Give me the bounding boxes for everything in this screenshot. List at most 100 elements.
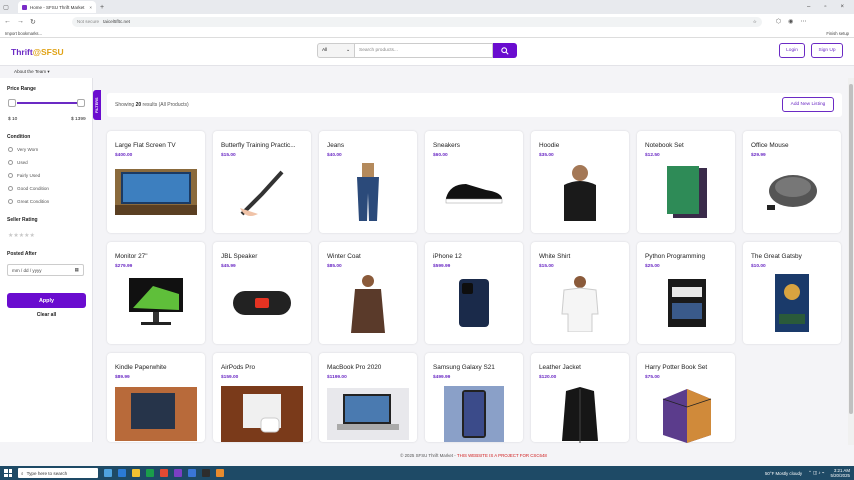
product-image[interactable]: [327, 163, 409, 221]
star-icon[interactable]: ☆: [753, 19, 757, 25]
vs-icon[interactable]: [174, 469, 182, 477]
tray-icons[interactable]: ⌃ ◫ ♪ ⌁: [808, 470, 824, 476]
extensions-icon[interactable]: ⬡: [776, 18, 781, 25]
product-image[interactable]: [433, 386, 515, 442]
product-image[interactable]: [751, 274, 833, 332]
product-title[interactable]: Leather Jacket: [539, 364, 623, 371]
taskbar-search[interactable]: ⌕ Type here to search: [18, 468, 98, 478]
close-tab-icon[interactable]: ×: [89, 5, 92, 10]
task-view-icon[interactable]: [104, 469, 112, 477]
product-card[interactable]: Python Programming $25.00: [637, 242, 735, 344]
product-card[interactable]: Monitor 27" $279.99: [107, 242, 205, 344]
condition-used[interactable]: Used: [8, 160, 28, 165]
product-card[interactable]: Large Flat Screen TV $400.00: [107, 131, 205, 233]
login-button[interactable]: Login: [779, 43, 805, 58]
product-card[interactable]: Harry Potter Book Set $75.00: [637, 353, 735, 443]
product-card[interactable]: AirPods Pro $159.00: [213, 353, 311, 442]
condition-fairly-used[interactable]: Fairly Used: [8, 173, 40, 178]
product-title[interactable]: Winter Coat: [327, 253, 411, 260]
product-image[interactable]: [751, 164, 833, 220]
product-card[interactable]: Winter Coat $85.00: [319, 242, 417, 344]
import-bookmarks[interactable]: Import bookmarks...: [5, 31, 42, 36]
product-title[interactable]: Hoodie: [539, 142, 623, 149]
product-card[interactable]: Kindle Paperwhite $89.99: [107, 353, 205, 442]
product-image[interactable]: [433, 164, 515, 220]
product-title[interactable]: Harry Potter Book Set: [645, 364, 729, 371]
product-card[interactable]: Sneakers $60.00: [425, 131, 523, 233]
condition-good[interactable]: Good Condition: [8, 186, 49, 191]
url-field[interactable]: Not secure taicel5fltc.net ☆: [71, 16, 762, 27]
rating-stars[interactable]: ★★★★★: [8, 232, 35, 239]
edge-icon[interactable]: [118, 469, 126, 477]
product-title[interactable]: AirPods Pro: [221, 364, 305, 371]
product-title[interactable]: White Shirt: [539, 253, 623, 260]
product-card[interactable]: Office Mouse $29.99: [743, 131, 841, 233]
minimize-icon[interactable]: –: [807, 4, 810, 10]
product-card[interactable]: iPhone 12 $599.99: [425, 242, 523, 344]
product-card[interactable]: Hoodie $35.00: [531, 131, 629, 233]
product-title[interactable]: Python Programming: [645, 253, 729, 260]
product-title[interactable]: Monitor 27": [115, 253, 199, 260]
product-card[interactable]: Samsung Galaxy S21 $499.99: [425, 353, 523, 442]
product-image[interactable]: [645, 164, 727, 220]
browser-tab[interactable]: Home - SFSU Thrift Market ×: [18, 1, 96, 13]
product-card[interactable]: MacBook Pro 2020 $1199.00: [319, 353, 417, 442]
radio-icon[interactable]: [8, 199, 13, 204]
product-card[interactable]: JBL Speaker $45.99: [213, 242, 311, 344]
product-image[interactable]: [115, 275, 197, 331]
page-scrollbar[interactable]: [848, 78, 854, 445]
apply-button[interactable]: Apply: [7, 293, 86, 308]
product-image[interactable]: [645, 275, 727, 331]
search-input[interactable]: Search products...: [355, 43, 493, 58]
signup-button[interactable]: Sign Up: [811, 43, 843, 58]
radio-icon[interactable]: [8, 160, 13, 165]
menu-icon[interactable]: ⋯: [800, 18, 806, 25]
weather-label[interactable]: 50°F Mostly cloudy: [765, 471, 802, 476]
price-slider-track[interactable]: [17, 102, 77, 104]
price-max-handle[interactable]: [77, 99, 85, 107]
condition-great[interactable]: Great Condition: [8, 199, 49, 204]
product-image[interactable]: [327, 275, 409, 333]
product-image[interactable]: [115, 164, 197, 220]
product-card[interactable]: Jeans $40.00: [319, 131, 417, 233]
product-title[interactable]: Jeans: [327, 142, 411, 149]
app-icon[interactable]: [188, 469, 196, 477]
radio-icon[interactable]: [8, 147, 13, 152]
product-title[interactable]: Office Mouse: [751, 142, 835, 149]
product-image[interactable]: [539, 386, 621, 443]
app-icon[interactable]: [216, 469, 224, 477]
product-card[interactable]: Leather Jacket $120.00: [531, 353, 629, 443]
forward-icon[interactable]: →: [17, 18, 24, 25]
clear-all-button[interactable]: Clear all: [7, 312, 86, 318]
product-title[interactable]: Samsung Galaxy S21: [433, 364, 517, 371]
scrollbar-thumb[interactable]: [849, 84, 853, 414]
product-card[interactable]: Butterfly Training Practic... $15.00: [213, 131, 311, 233]
reload-icon[interactable]: ↻: [30, 18, 36, 26]
file-explorer-icon[interactable]: [132, 469, 140, 477]
add-listing-button[interactable]: Add New Listing: [782, 97, 834, 112]
search-category-select[interactable]: All ⌄: [317, 43, 355, 58]
chrome-icon[interactable]: [160, 469, 168, 477]
maximize-icon[interactable]: ▫: [824, 4, 826, 10]
condition-very-worn[interactable]: Very Worn: [8, 147, 38, 152]
finish-setup[interactable]: Finish setup: [826, 31, 849, 36]
product-title[interactable]: iPhone 12: [433, 253, 517, 260]
product-image[interactable]: [221, 386, 303, 442]
product-card[interactable]: Notebook Set $12.50: [637, 131, 735, 233]
product-title[interactable]: The Great Gatsby: [751, 253, 835, 260]
search-button[interactable]: [493, 43, 517, 58]
window-menu-icon[interactable]: ▢: [0, 1, 12, 13]
close-window-icon[interactable]: ×: [840, 4, 844, 10]
price-min-handle[interactable]: [8, 99, 16, 107]
product-card[interactable]: The Great Gatsby $10.00: [743, 242, 841, 344]
product-title[interactable]: JBL Speaker: [221, 253, 305, 260]
product-title[interactable]: Sneakers: [433, 142, 517, 149]
clock[interactable]: 3:21 AM 5/20/2025: [830, 468, 850, 478]
windows-start-icon[interactable]: [4, 469, 12, 477]
profile-icon[interactable]: ◉: [788, 18, 793, 25]
product-image[interactable]: [221, 164, 303, 220]
about-team-menu[interactable]: About the Team ▾: [14, 69, 50, 75]
product-image[interactable]: [327, 386, 409, 442]
filters-toggle-tab[interactable]: FILTERS: [93, 90, 101, 120]
new-tab-icon[interactable]: +: [100, 4, 104, 11]
